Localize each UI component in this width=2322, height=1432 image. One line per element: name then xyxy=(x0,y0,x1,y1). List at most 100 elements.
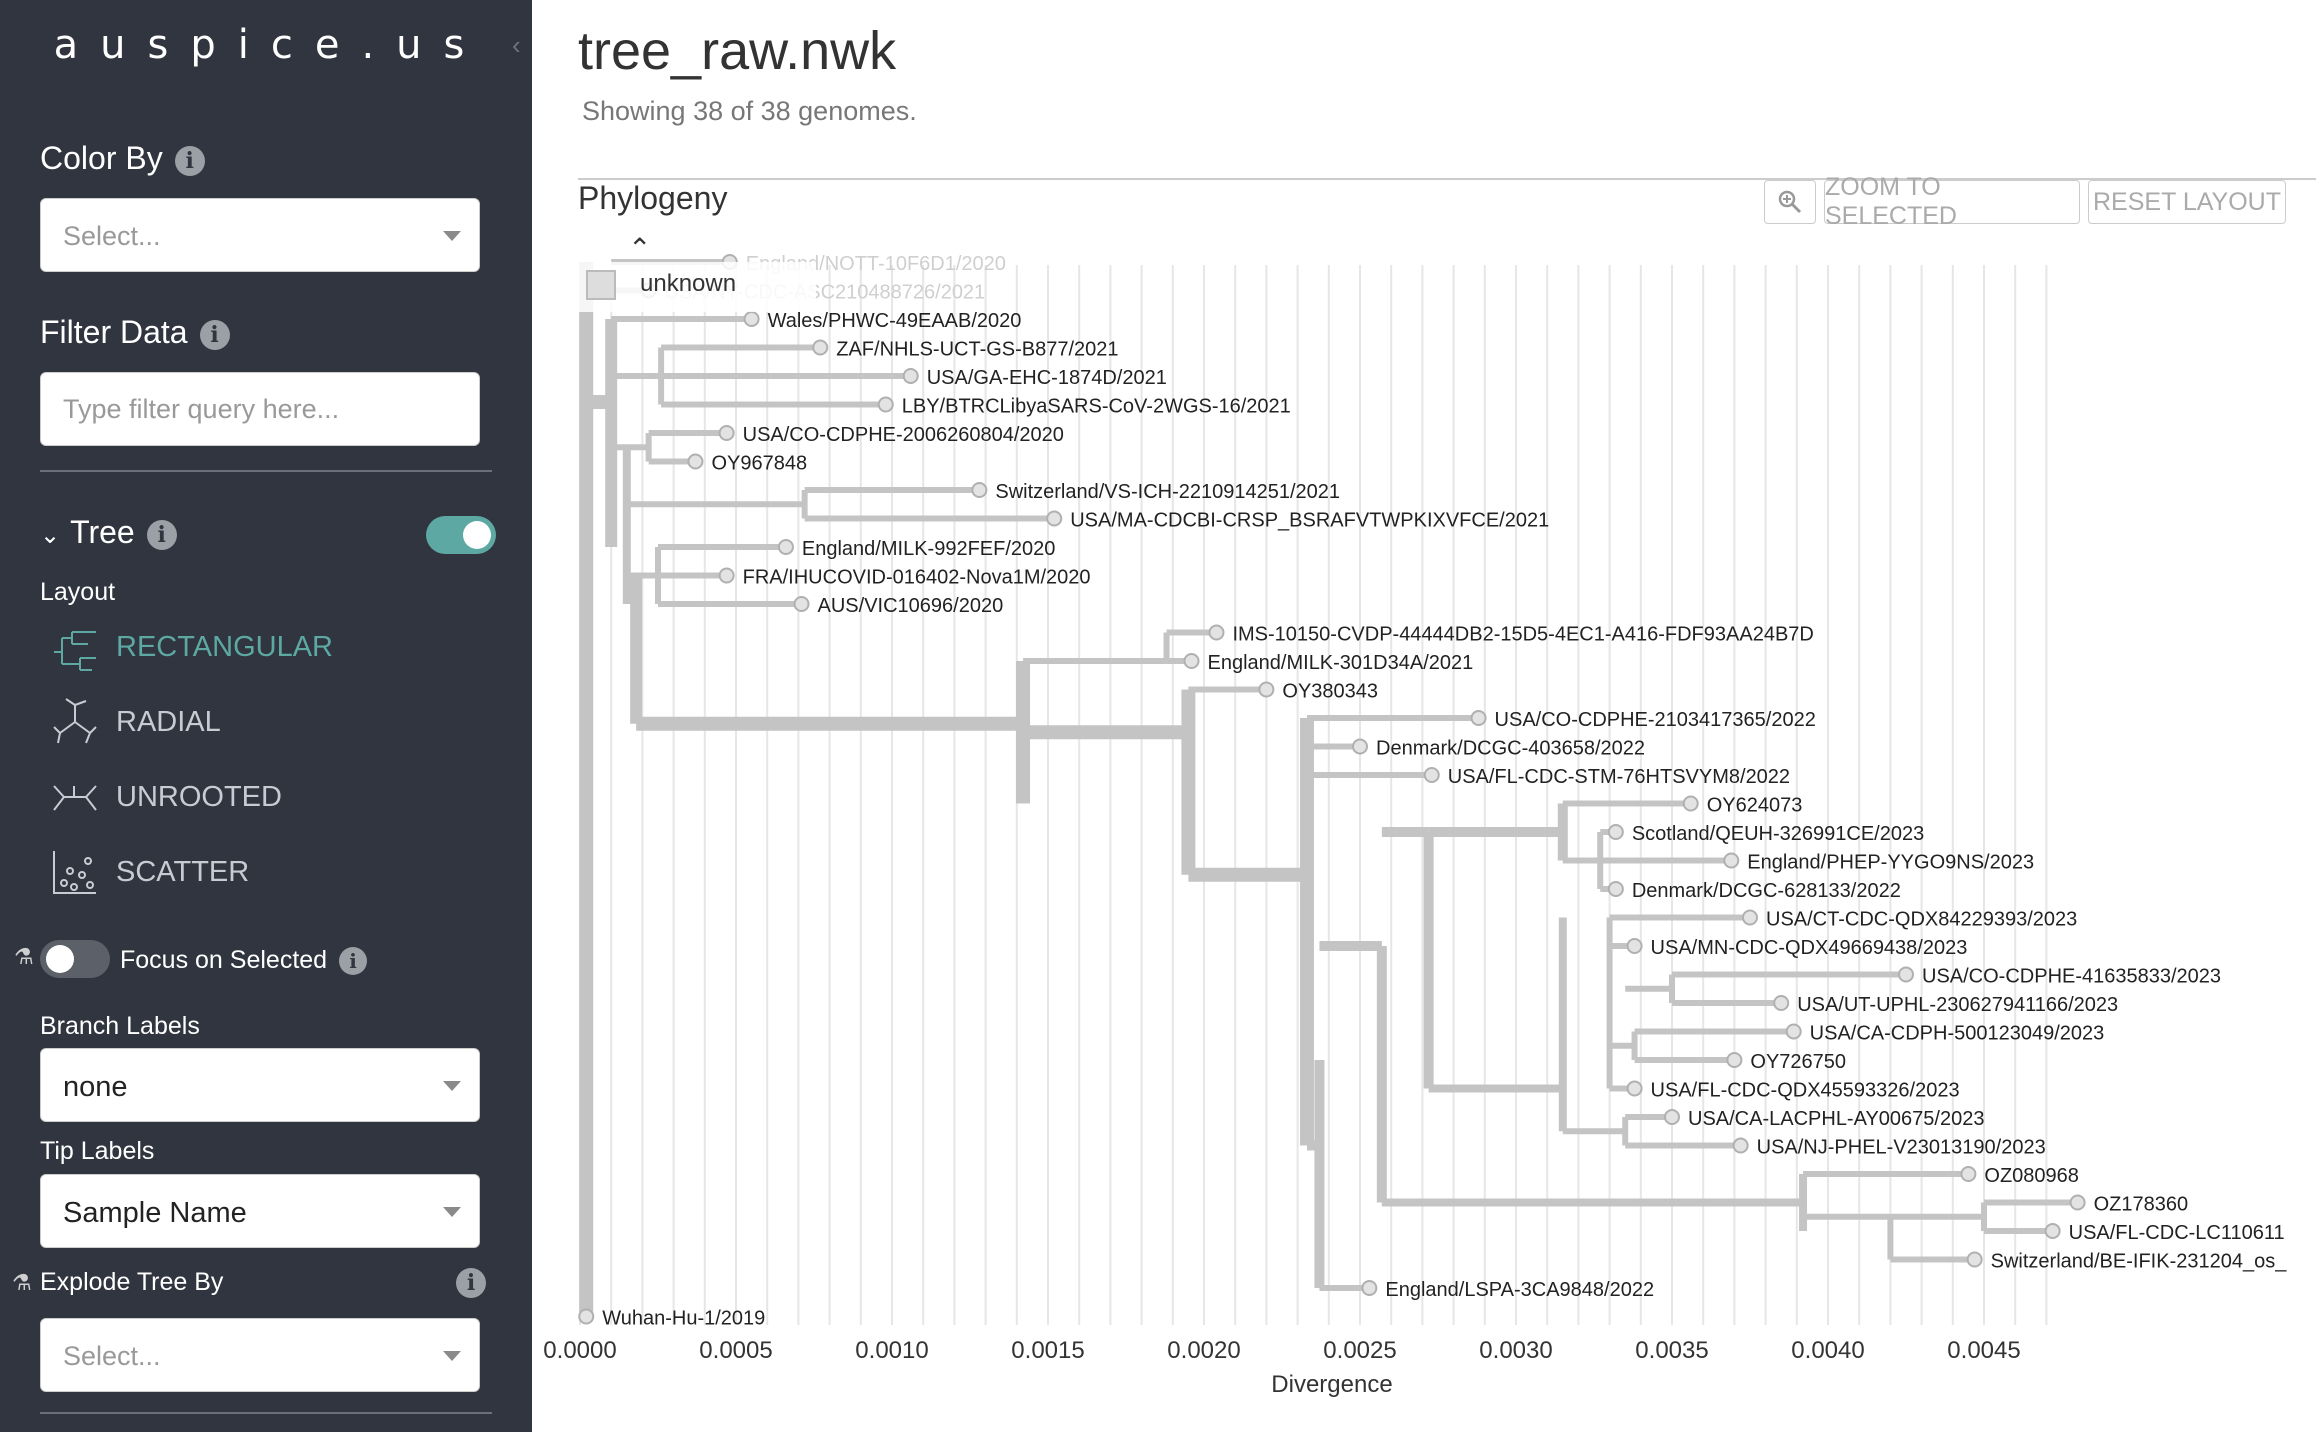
tip-node[interactable] xyxy=(1960,1166,1977,1182)
layout-label: Layout xyxy=(40,578,116,606)
tip-labels-value: Sample Name xyxy=(63,1197,247,1229)
tip-node[interactable] xyxy=(877,396,894,413)
tip-node[interactable] xyxy=(1626,938,1643,954)
tip-label: England/LSPA-3CA9848/2022 xyxy=(1385,1279,1654,1301)
tip-label: OZ080968 xyxy=(1984,1165,2079,1187)
tip-node[interactable] xyxy=(1183,653,1200,669)
unrooted-tree-icon xyxy=(53,785,97,811)
legend-label: unknown xyxy=(640,270,737,297)
tip-node[interactable] xyxy=(1258,681,1275,698)
tip-labels-select[interactable]: Sample Name xyxy=(40,1174,480,1248)
tip-label: USA/MA-CDCBI-CRSP_BSRAFVTWPKIXVFCE/2021 xyxy=(1070,510,1549,532)
branch-labels-label: Branch Labels xyxy=(40,1012,200,1040)
tip-node[interactable] xyxy=(777,539,794,555)
axis-tick-label: 0.0025 xyxy=(1323,1337,1396,1364)
branch-labels-select[interactable]: none xyxy=(40,1048,480,1122)
axis-tick-label: 0.0045 xyxy=(1947,1337,2020,1364)
tip-node[interactable] xyxy=(2069,1194,2086,1211)
chevron-down-icon: ⌄ xyxy=(40,522,61,549)
layout-unrooted-label: UNROOTED xyxy=(116,780,282,813)
chevron-down-icon xyxy=(443,231,461,241)
tip-label: USA/FL-CDC-LC110611 xyxy=(2069,1222,2285,1244)
tip-node[interactable] xyxy=(971,482,988,498)
tip-node[interactable] xyxy=(1898,966,1914,983)
toggle-knob xyxy=(463,521,491,549)
layout-scatter-label: SCATTER xyxy=(116,855,250,888)
legend: ⌃ unknown xyxy=(576,233,816,312)
tip-node[interactable] xyxy=(1742,909,1758,926)
tip-node[interactable] xyxy=(902,368,919,384)
axis-tick-label: 0.0000 xyxy=(543,1337,616,1364)
info-icon[interactable]: i xyxy=(339,947,368,976)
tip-label: USA/GA-EHC-1874D/2021 xyxy=(927,367,1167,389)
chevron-down-icon xyxy=(443,1207,461,1217)
explode-select[interactable]: Select... xyxy=(40,1318,480,1392)
info-icon[interactable]: i xyxy=(199,319,230,350)
tip-node[interactable] xyxy=(1046,510,1063,527)
layout-unrooted[interactable]: UNROOTED xyxy=(50,772,282,822)
tip-node[interactable] xyxy=(1773,995,1790,1011)
tree-label: Tree xyxy=(70,514,135,550)
layout-radial[interactable]: RADIAL xyxy=(50,697,221,747)
tip-label: USA/CA-CDPH-500123049/2023 xyxy=(1810,1023,2105,1045)
scatter-plot-icon xyxy=(53,851,96,894)
tip-node[interactable] xyxy=(1723,852,1740,869)
tip-node[interactable] xyxy=(1361,1280,1378,1296)
tip-label: Scotland/QEUH-326991CE/2023 xyxy=(1632,823,1924,845)
tip-node[interactable] xyxy=(1352,738,1368,755)
color-by-select[interactable]: Select... xyxy=(40,198,480,272)
layout-rectangular-label: RECTANGULAR xyxy=(116,630,333,663)
tip-node[interactable] xyxy=(1470,710,1487,726)
tip-node[interactable] xyxy=(1785,1023,1802,1040)
tip-node[interactable] xyxy=(718,567,735,584)
tip-node[interactable] xyxy=(1607,824,1624,840)
layout-scatter[interactable]: SCATTER xyxy=(50,847,249,897)
tip-label: IMS-10150-CVDP-44444DB2-15D5-4EC1-A416-F… xyxy=(1232,624,1813,646)
tip-node[interactable] xyxy=(1423,767,1440,783)
layout-rectangular[interactable]: RECTANGULAR xyxy=(50,622,333,672)
tip-label: England/PHEP-YYGO9NS/2023 xyxy=(1747,852,2034,874)
legend-toggle-icon[interactable]: ⌃ xyxy=(628,232,651,265)
tip-node[interactable] xyxy=(1732,1137,1749,1154)
tip-node[interactable] xyxy=(1682,795,1699,812)
tip-node[interactable] xyxy=(743,311,760,327)
tip-node[interactable] xyxy=(793,596,810,612)
tip-label: USA/NJ-PHEL-V23013190/2023 xyxy=(1757,1137,2046,1159)
focus-title: Focus on Selected i xyxy=(120,946,368,976)
tip-node[interactable] xyxy=(1607,881,1624,897)
tip-node[interactable] xyxy=(1626,1080,1643,1097)
tip-label: Switzerland/VS-ICH-2210914251/2021 xyxy=(995,481,1340,503)
tip-node[interactable] xyxy=(718,425,735,441)
tip-label: USA/CO-CDPHE-41635833/2023 xyxy=(1922,966,2221,988)
info-icon[interactable]: i xyxy=(146,519,177,550)
info-icon[interactable]: i xyxy=(174,145,205,176)
app-logo[interactable]: auspice.us xyxy=(0,22,532,68)
tip-label: USA/CO-CDPHE-2103417365/2022 xyxy=(1495,709,1816,731)
focus-toggle[interactable] xyxy=(40,940,110,978)
filter-input[interactable] xyxy=(40,372,480,446)
toggle-knob xyxy=(46,945,74,973)
tree-section-title[interactable]: ⌄ Tree i xyxy=(40,514,177,551)
tip-label: England/MILK-301D34A/2021 xyxy=(1208,652,1474,674)
branch-labels-value: none xyxy=(63,1071,128,1103)
layout-radial-label: RADIAL xyxy=(116,705,221,738)
tip-node[interactable] xyxy=(812,339,829,356)
focus-label: Focus on Selected xyxy=(120,946,328,974)
tip-node[interactable] xyxy=(1208,624,1225,641)
phylogeny-tree: England/NOTT-10F6D1/2020USA/NY-CDC-ASC21… xyxy=(543,253,2287,1398)
info-icon[interactable]: i xyxy=(456,1268,486,1298)
tip-label: USA/CO-CDPHE-2006260804/2020 xyxy=(743,424,1064,446)
tip-node[interactable] xyxy=(1664,1109,1680,1125)
tip-node[interactable] xyxy=(1726,1052,1743,1068)
tip-node[interactable] xyxy=(1966,1251,1983,1268)
tip-label: USA/CT-CDC-QDX84229393/2023 xyxy=(1766,909,2077,931)
flask-icon: ⚗ xyxy=(14,944,34,969)
tip-node[interactable] xyxy=(687,453,704,470)
collapse-sidebar-icon[interactable]: ‹ xyxy=(512,30,521,61)
axis-tick-label: 0.0020 xyxy=(1167,1337,1240,1364)
tip-label: Denmark/DCGC-628133/2022 xyxy=(1632,880,1901,902)
tip-node[interactable] xyxy=(2044,1223,2061,1239)
axis-tick-label: 0.0035 xyxy=(1635,1337,1708,1364)
tree-toggle[interactable] xyxy=(426,516,496,554)
tip-node[interactable] xyxy=(578,1308,595,1325)
